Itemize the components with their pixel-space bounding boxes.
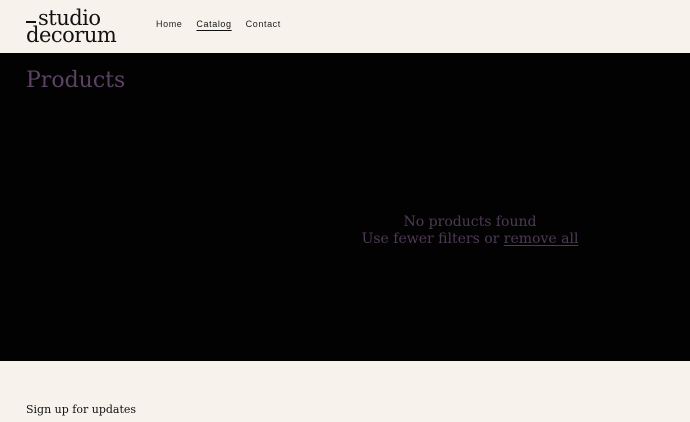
signup-heading: Sign up for updates: [26, 403, 137, 416]
site-footer: Sign up for updates: [0, 361, 690, 422]
remove-all-filters-link[interactable]: remove all: [504, 231, 579, 247]
empty-state: No products found Use fewer filters or r…: [250, 214, 690, 248]
site-header: studio decorum Home Catalog Contact: [0, 0, 690, 53]
nav-contact-link[interactable]: Contact: [246, 19, 281, 29]
empty-state-prefix: Use fewer filters or: [361, 231, 504, 247]
nav-catalog-link[interactable]: Catalog: [196, 19, 231, 29]
nav-home-link[interactable]: Home: [156, 19, 182, 29]
logo-line-decorum: decorum: [26, 23, 117, 47]
empty-state-title: No products found: [403, 214, 537, 230]
site-logo[interactable]: studio decorum: [26, 8, 136, 48]
main-nav: Home Catalog Contact: [156, 19, 281, 29]
page-title: Products: [26, 68, 126, 93]
products-section: Products No products found Use fewer fil…: [0, 53, 690, 361]
empty-state-message: Use fewer filters or remove all: [250, 231, 690, 248]
